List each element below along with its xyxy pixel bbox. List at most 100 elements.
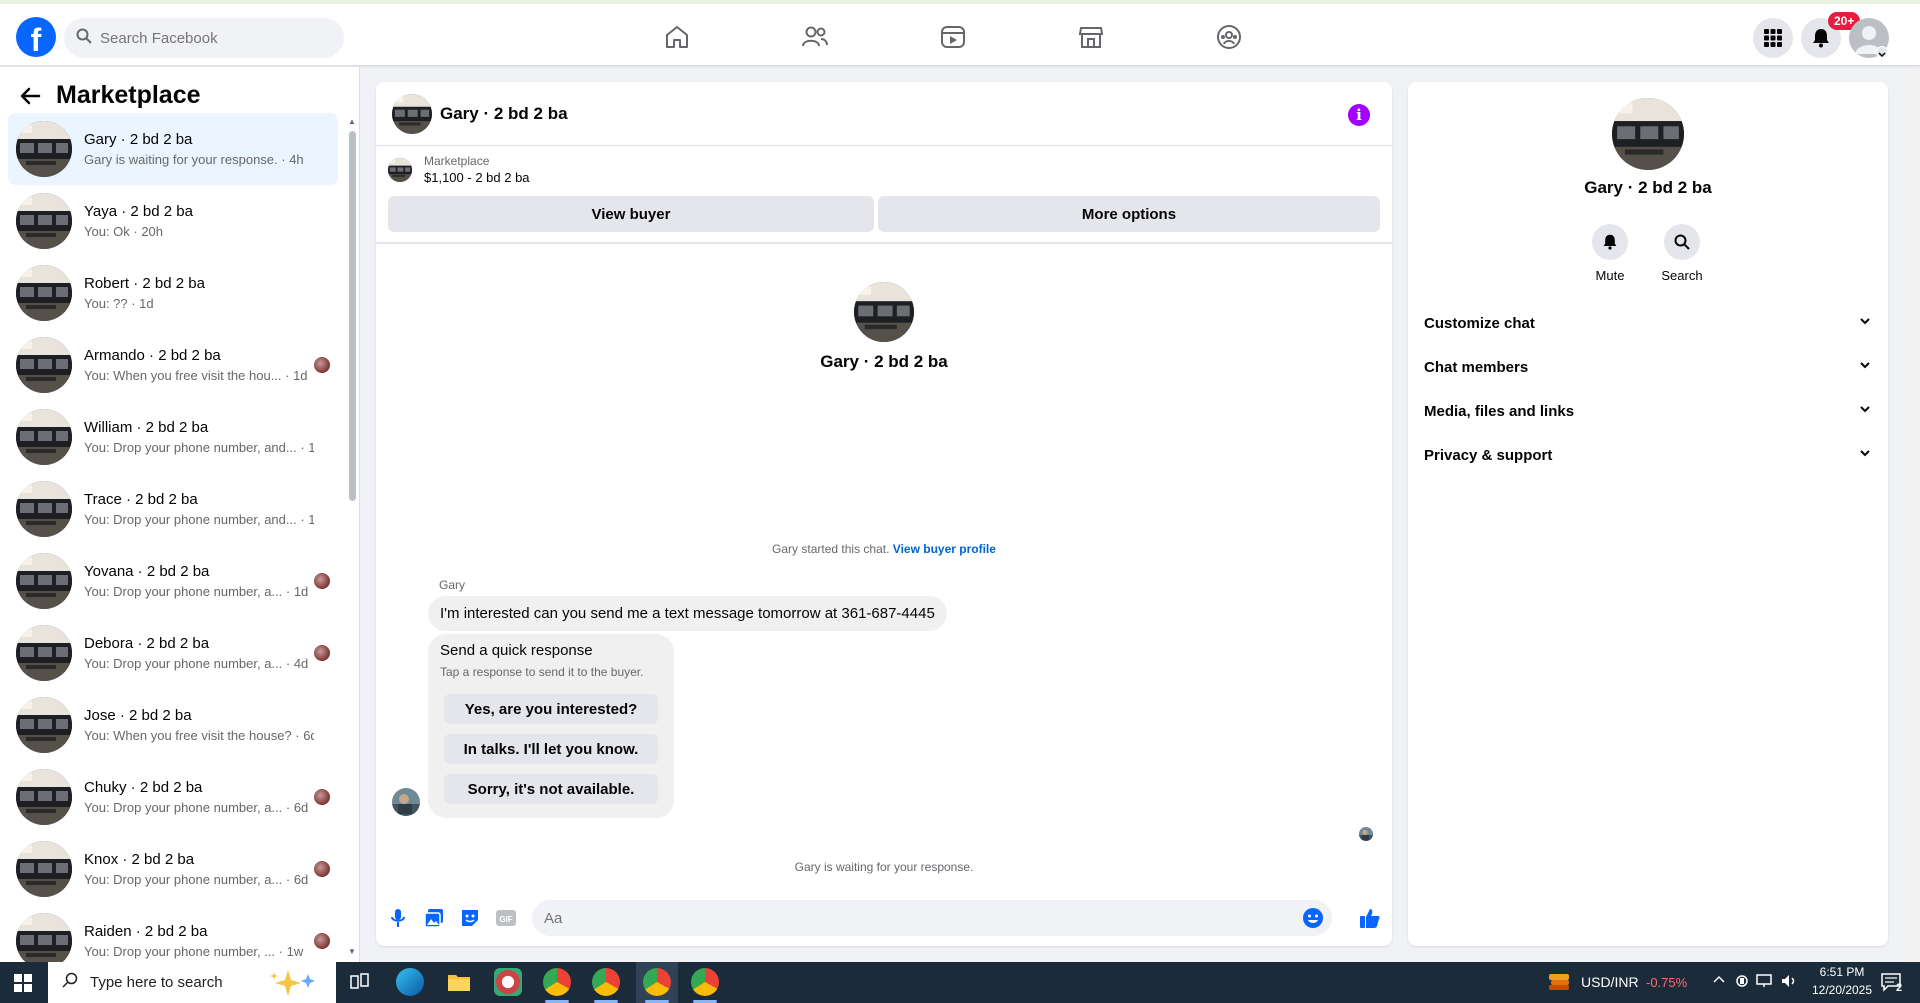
video-icon[interactable]: [938, 22, 968, 52]
seen-avatar: [314, 933, 330, 949]
conversation-name: Armando · 2 bd 2 ba: [84, 347, 221, 364]
view-buyer-profile-link[interactable]: View buyer profile: [893, 542, 996, 556]
conversation-list: Gary · 2 bd 2 ba Gary is waiting for your…: [8, 113, 338, 962]
customize-chat-row[interactable]: Customize chat: [1424, 305, 1872, 341]
conversation-item[interactable]: Debora · 2 bd 2 ba You: Drop your phone n…: [8, 617, 338, 689]
emoji-icon[interactable]: [1302, 907, 1324, 929]
search-conversation-button[interactable]: Search: [1652, 224, 1712, 283]
onedrive-icon[interactable]: [1734, 973, 1750, 994]
conversation-item[interactable]: William · 2 bd 2 ba You: Drop your phone …: [8, 401, 338, 473]
conversation-item[interactable]: Gary · 2 bd 2 ba Gary is waiting for your…: [8, 113, 338, 185]
groups-icon[interactable]: [1214, 22, 1244, 52]
quick-response-card: Send a quick response Tap a response to …: [428, 634, 674, 818]
facebook-search-box[interactable]: [64, 18, 344, 58]
conversation-name: Debora · 2 bd 2 ba: [84, 635, 210, 652]
quick-response-in-talks[interactable]: In talks. I'll let you know.: [444, 734, 658, 764]
windows-start-icon[interactable]: [14, 974, 32, 997]
scroll-down-arrow-icon[interactable]: ▼: [347, 947, 357, 957]
chrome-profile-icon[interactable]: [592, 968, 620, 996]
conversation-thumbnail: [16, 193, 72, 249]
quick-response-not-available[interactable]: Sorry, it's not available.: [444, 774, 658, 804]
sparkle-icon: [266, 968, 322, 1001]
conversation-thumbnail: [16, 841, 72, 897]
task-view-icon[interactable]: [346, 968, 374, 996]
conversation-item[interactable]: Armando · 2 bd 2 ba You: When you free vi…: [8, 329, 338, 401]
conversation-snippet: You: Drop your phone number, a... · 1d: [84, 584, 309, 599]
volume-icon[interactable]: [1780, 973, 1798, 994]
chrome-active-icon[interactable]: [643, 968, 671, 996]
menu-grid-icon[interactable]: [1753, 18, 1793, 58]
edge-browser-icon[interactable]: [396, 968, 424, 996]
search-icon: [1664, 224, 1700, 260]
gif-icon[interactable]: GIF: [494, 906, 518, 930]
quick-response-title: Send a quick response: [440, 642, 593, 659]
conversation-item[interactable]: Trace · 2 bd 2 ba You: Drop your phone nu…: [8, 473, 338, 545]
chrome-profile-2-icon[interactable]: [691, 968, 719, 996]
conversation-item[interactable]: Yovana · 2 bd 2 ba You: Drop your phone n…: [8, 545, 338, 617]
app-icon[interactable]: [494, 968, 522, 996]
back-arrow-icon[interactable]: [16, 82, 44, 110]
view-buyer-button[interactable]: View buyer: [388, 196, 874, 232]
chevron-down-icon: [1858, 314, 1872, 332]
chat-members-row[interactable]: Chat members: [1424, 349, 1872, 385]
conversation-header: Gary · 2 bd 2 ba i: [376, 82, 1392, 146]
network-icon[interactable]: [1756, 973, 1774, 994]
conversation-text: Armando · 2 bd 2 ba You: When you free vi…: [84, 347, 314, 383]
conversation-thumbnail: [16, 769, 72, 825]
sender-avatar[interactable]: [392, 788, 420, 816]
facebook-search-input[interactable]: [100, 29, 320, 47]
conversation-text: Robert · 2 bd 2 ba You: ?? · 1d: [84, 275, 314, 311]
conversation-snippet: You: When you free visit the house? · 6d: [84, 728, 314, 743]
conversation-item[interactable]: Robert · 2 bd 2 ba You: ?? · 1d: [8, 257, 338, 329]
conversation-thumbnail: [16, 913, 72, 962]
media-files-links-row[interactable]: Media, files and links: [1424, 393, 1872, 429]
sticker-icon[interactable]: [458, 906, 482, 930]
conversation-snippet: You: Drop your phone number, a... · 6d: [84, 872, 309, 887]
message-input[interactable]: [544, 900, 1284, 936]
mute-label: Mute: [1595, 268, 1625, 283]
clock-date[interactable]: 12/20/2025: [1808, 983, 1876, 997]
more-options-button[interactable]: More options: [878, 196, 1380, 232]
chevron-down-icon[interactable]: [1876, 46, 1888, 58]
facebook-logo-icon[interactable]: f: [16, 17, 56, 57]
taskbar-search-box[interactable]: Type here to search: [48, 962, 336, 1003]
listing-thumbnail[interactable]: [388, 157, 412, 182]
clock-time[interactable]: 6:51 PM: [1812, 965, 1872, 979]
ticker-change[interactable]: -0.75%: [1646, 975, 1687, 990]
chat-members-label: Chat members: [1424, 358, 1529, 376]
conversation-avatar[interactable]: [392, 93, 432, 134]
conversation-thumbnail: [16, 265, 72, 321]
conversation-item[interactable]: Knox · 2 bd 2 ba You: Drop your phone num…: [8, 833, 338, 905]
buyer-avatar-large[interactable]: [854, 282, 914, 342]
file-explorer-icon[interactable]: [445, 968, 473, 996]
incoming-message-bubble[interactable]: I'm interested can you send me a text me…: [428, 596, 947, 631]
page-scrollbar[interactable]: [1906, 68, 1920, 962]
conversation-name: Trace · 2 bd 2 ba: [84, 491, 198, 508]
chevron-up-icon[interactable]: [1712, 973, 1726, 992]
conversation-item[interactable]: Yaya · 2 bd 2 ba You: Ok · 20h: [8, 185, 338, 257]
ticker-symbol[interactable]: USD/INR: [1581, 974, 1639, 990]
privacy-support-row[interactable]: Privacy & support: [1424, 437, 1872, 473]
search-label: Search: [1661, 268, 1703, 283]
like-icon[interactable]: [1358, 906, 1382, 930]
seen-avatar: [314, 861, 330, 877]
scroll-up-arrow-icon[interactable]: ▲: [347, 117, 357, 127]
conversation-title[interactable]: Gary · 2 bd 2 ba: [440, 104, 568, 124]
microphone-icon[interactable]: [386, 906, 410, 930]
friends-icon[interactable]: [800, 22, 830, 52]
conversation-item[interactable]: Jose · 2 bd 2 ba You: When you free visit…: [8, 689, 338, 761]
conversation-item[interactable]: Chuky · 2 bd 2 ba You: Drop your phone nu…: [8, 761, 338, 833]
conversation-details-panel: Gary · 2 bd 2 ba Mute Search Customize c…: [1408, 82, 1888, 946]
chat-started-text: Gary started this chat.: [772, 542, 890, 556]
info-icon[interactable]: i: [1348, 104, 1370, 126]
chrome-icon[interactable]: [543, 968, 571, 996]
photo-icon[interactable]: [422, 906, 446, 930]
home-icon[interactable]: [662, 22, 692, 52]
conversation-item[interactable]: Raiden · 2 bd 2 ba You: Drop your phone n…: [8, 905, 338, 962]
marketplace-icon[interactable]: [1076, 22, 1106, 52]
conversation-text: Chuky · 2 bd 2 ba You: Drop your phone nu…: [84, 779, 314, 815]
inbox-scrollbar[interactable]: [349, 131, 356, 501]
mute-button[interactable]: Mute: [1580, 224, 1640, 283]
details-avatar[interactable]: [1612, 98, 1684, 170]
quick-response-interested[interactable]: Yes, are you interested?: [444, 694, 658, 724]
